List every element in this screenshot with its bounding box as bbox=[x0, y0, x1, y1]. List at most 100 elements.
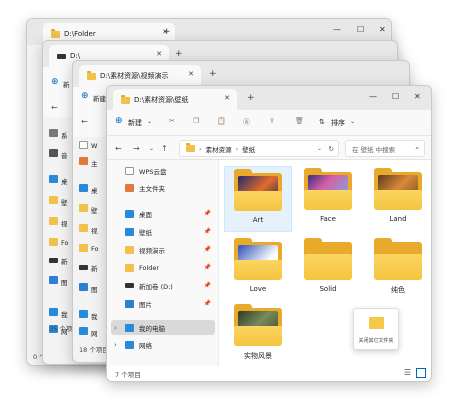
close-tab-icon[interactable]: ✕ bbox=[188, 70, 194, 78]
breadcrumb-item[interactable]: 素材资源 bbox=[206, 144, 232, 154]
tab-video-demo[interactable]: D:\素材资源\视频演示 ✕ bbox=[79, 65, 201, 87]
nav-item-wps-cloud[interactable]: WPS云盘 bbox=[111, 163, 215, 178]
add-icon[interactable]: ⊕ bbox=[81, 91, 89, 101]
folder-art[interactable]: Art bbox=[224, 166, 292, 232]
nav-label: 新 bbox=[91, 265, 98, 273]
sort-icon[interactable]: ⇅ bbox=[319, 118, 325, 126]
nav-item-network[interactable]: › 网络 bbox=[111, 337, 215, 352]
nav-label: 图 bbox=[91, 286, 98, 294]
computer-icon bbox=[79, 310, 88, 318]
new-tab-button[interactable]: + bbox=[163, 27, 171, 37]
back-arrow-icon[interactable]: ← bbox=[81, 117, 88, 126]
network-icon bbox=[125, 340, 134, 349]
taskbar-preview-tooltip[interactable]: 关闭其它文件夹 bbox=[353, 308, 399, 350]
nav-item-folder[interactable]: Folder 📌 bbox=[111, 260, 215, 275]
add-icon[interactable]: ⊕ bbox=[51, 77, 59, 87]
nav-item-pictures[interactable]: 图片 📌 bbox=[111, 296, 215, 311]
nav-item-d-drive[interactable]: 新加卷 (D:) 📌 bbox=[111, 278, 215, 293]
new-tab-button[interactable]: + bbox=[175, 49, 183, 59]
chevron-right-icon[interactable]: › bbox=[114, 324, 117, 332]
nav-item-home[interactable]: 主文件夹 bbox=[111, 180, 215, 195]
share-icon[interactable]: ⇪ bbox=[269, 117, 275, 125]
address-bar[interactable]: › 素材资源 › 壁纸 ⌄ ↻ bbox=[179, 140, 339, 157]
cut-icon[interactable]: ✂ bbox=[169, 117, 175, 125]
nav-label: 桌 bbox=[61, 178, 68, 186]
folder-icon bbox=[369, 317, 384, 329]
minimize-button[interactable]: — bbox=[333, 25, 341, 34]
copy-icon[interactable]: ❐ bbox=[193, 117, 199, 125]
nav-item-wallpaper[interactable]: 壁纸 📌 bbox=[111, 224, 215, 239]
close-tab-icon[interactable]: ✕ bbox=[156, 50, 162, 58]
folder-love[interactable]: Love bbox=[224, 236, 292, 302]
pin-icon[interactable]: 📌 bbox=[204, 210, 211, 217]
pictures-icon bbox=[125, 299, 134, 308]
refresh-icon[interactable]: ↻ bbox=[329, 145, 334, 153]
back-arrow-icon[interactable]: ← bbox=[51, 103, 58, 112]
details-view-icon[interactable]: ☰ bbox=[404, 368, 411, 377]
back-arrow-icon[interactable]: ← bbox=[115, 144, 122, 153]
search-box[interactable]: 在 壁纸 中搜索 ⌕ bbox=[345, 140, 425, 157]
chevron-down-icon[interactable]: ⌄ bbox=[350, 118, 355, 125]
add-icon[interactable]: ⊕ bbox=[115, 116, 123, 126]
folder-icon bbox=[87, 70, 96, 80]
nav-label: 系 bbox=[61, 132, 68, 140]
up-arrow-icon[interactable]: ↑ bbox=[161, 144, 168, 153]
new-tab-button[interactable]: + bbox=[247, 93, 255, 103]
chevron-down-icon[interactable]: ⌄ bbox=[147, 118, 152, 125]
nav-item-desktop[interactable]: 桌面 📌 bbox=[111, 206, 215, 221]
breadcrumb-item[interactable]: 壁纸 bbox=[242, 144, 255, 154]
maximize-button[interactable]: ☐ bbox=[392, 92, 399, 101]
nav-item-video-demo[interactable]: 视频演示 📌 bbox=[111, 242, 215, 257]
chevron-down-icon[interactable]: ⌄ bbox=[317, 145, 322, 152]
nav-label: 我 bbox=[61, 311, 68, 319]
nav-label: WPS云盘 bbox=[139, 167, 167, 176]
tab-title: D:\ bbox=[70, 52, 81, 60]
paste-icon[interactable]: 📋 bbox=[217, 117, 226, 125]
pin-icon[interactable]: 📌 bbox=[204, 282, 211, 289]
nav-label: 主文件夹 bbox=[139, 184, 165, 193]
forward-arrow-icon[interactable]: → bbox=[133, 144, 140, 153]
folder-icon bbox=[121, 94, 130, 104]
large-icons-view-icon[interactable] bbox=[416, 368, 426, 378]
explorer-window-wallpaper[interactable]: D:\素材资源\壁纸 ✕ + — ☐ ✕ ⊕ 新建 ⌄ ✂ ❐ 📋 Ⓐ ⇪ 🗑 … bbox=[106, 85, 432, 382]
minimize-button[interactable]: — bbox=[369, 92, 377, 101]
chevron-right-icon[interactable]: › bbox=[114, 341, 117, 349]
tab-title: D:\素材资源\视频演示 bbox=[100, 72, 169, 80]
tab-title: D:\Folder bbox=[64, 30, 96, 38]
new-tab-button[interactable]: + bbox=[209, 69, 217, 79]
pin-icon[interactable]: 📌 bbox=[204, 264, 211, 271]
pin-icon[interactable]: 📌 bbox=[204, 246, 211, 253]
close-window-button[interactable]: ✕ bbox=[414, 92, 421, 101]
tab-wallpaper[interactable]: D:\素材资源\壁纸 ✕ bbox=[113, 89, 237, 111]
tooltip-label: 关闭其它文件夹 bbox=[358, 338, 394, 344]
document-icon bbox=[125, 166, 134, 175]
sort-button-label[interactable]: 排序 bbox=[331, 118, 345, 128]
folder-solid-color[interactable]: 纯色 bbox=[364, 236, 431, 302]
close-window-button[interactable]: ✕ bbox=[379, 25, 386, 34]
folder-icon bbox=[125, 227, 134, 236]
folder-icon bbox=[51, 28, 60, 38]
status-bar: 18 个项目 bbox=[79, 346, 109, 354]
pictures-icon bbox=[49, 276, 58, 284]
folder-scenery[interactable]: 实物风景 bbox=[224, 302, 292, 368]
nav-label: 视频演示 bbox=[139, 246, 165, 255]
nav-label: 网络 bbox=[139, 341, 152, 350]
maximize-button[interactable]: ☐ bbox=[357, 25, 364, 34]
folder-land[interactable]: Land bbox=[364, 166, 431, 232]
chevron-right-icon[interactable]: › bbox=[43, 307, 44, 315]
folder-solid[interactable]: Solid bbox=[294, 236, 362, 302]
nav-item-my-computer[interactable]: › 我的电脑 bbox=[111, 320, 215, 335]
pin-icon[interactable]: 📌 bbox=[204, 300, 211, 307]
folder-face[interactable]: Face bbox=[294, 166, 362, 232]
new-button-label: 新建 bbox=[93, 95, 106, 103]
folder-label: Art bbox=[252, 216, 264, 224]
breadcrumb-separator: › bbox=[199, 144, 202, 153]
close-tab-icon[interactable]: ✕ bbox=[224, 94, 230, 102]
delete-icon[interactable]: 🗑 bbox=[295, 117, 304, 125]
folder-icon bbox=[79, 224, 88, 232]
rename-icon[interactable]: Ⓐ bbox=[243, 117, 250, 127]
chevron-down-icon[interactable]: ⌄ bbox=[149, 145, 154, 152]
new-button-label[interactable]: 新建 bbox=[128, 118, 142, 128]
pin-icon[interactable]: 📌 bbox=[204, 228, 211, 235]
search-icon: ⌕ bbox=[415, 144, 419, 152]
